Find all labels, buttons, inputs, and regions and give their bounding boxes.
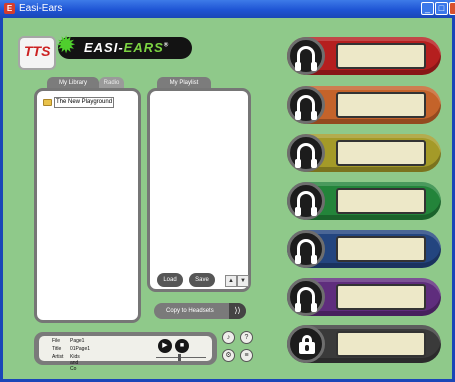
- headphones-icon-button[interactable]: [287, 182, 325, 220]
- double-chevron-icon: ⟩⟩: [229, 303, 246, 319]
- headphones-icon-button[interactable]: [287, 134, 325, 172]
- move-up-button[interactable]: ▲: [225, 275, 237, 287]
- file-key: File: [52, 338, 61, 344]
- minimize-button[interactable]: _: [421, 2, 434, 15]
- close-button[interactable]: [449, 2, 455, 15]
- headphones-icon: [295, 191, 317, 216]
- window-title: Easi-Ears: [19, 3, 63, 14]
- list-button[interactable]: ≡: [240, 349, 253, 362]
- load-button[interactable]: Load: [157, 273, 183, 287]
- headset-label-box[interactable]: [336, 43, 426, 69]
- playlist-panel: [147, 88, 251, 292]
- save-button[interactable]: Save: [189, 273, 215, 287]
- library-item-label: The New Playground: [54, 97, 115, 108]
- help-button[interactable]: ?: [240, 331, 253, 344]
- headphones-icon-button[interactable]: [287, 37, 325, 75]
- easi-ears-logo: ✹ EASI-EARS®: [56, 32, 192, 59]
- headphones-icon-button[interactable]: [287, 230, 325, 268]
- headset-label-box[interactable]: [336, 331, 426, 357]
- headset-slot[interactable]: [287, 230, 441, 268]
- headphones-icon-button[interactable]: [287, 278, 325, 316]
- artist-key: Artist: [52, 354, 64, 360]
- copy-to-headsets-button[interactable]: Copy to Headsets ⟩⟩: [154, 303, 246, 319]
- folder-icon: [43, 99, 52, 106]
- brand-prefix: EASI-: [84, 40, 124, 55]
- maximize-button[interactable]: □: [435, 2, 448, 15]
- seek-thumb[interactable]: [178, 354, 181, 361]
- headset-label-box[interactable]: [336, 188, 426, 214]
- headset-label-box[interactable]: [336, 284, 426, 310]
- move-down-button[interactable]: ▼: [237, 275, 249, 287]
- now-playing-panel: File Page1 Title 01Page1 Artist Kids and…: [34, 332, 217, 372]
- headset-slot[interactable]: [287, 182, 441, 220]
- library-panel: The New Playground: [34, 88, 141, 323]
- headphones-icon: [295, 46, 317, 71]
- now-playing-info: File Page1 Title 01Page1 Artist Kids and…: [39, 336, 212, 372]
- copy-label: Copy to Headsets: [166, 308, 214, 314]
- headset-slot[interactable]: [287, 37, 441, 75]
- headphones-icon: [295, 239, 317, 264]
- play-button[interactable]: ▶: [158, 339, 172, 353]
- library-tree-item[interactable]: The New Playground: [43, 97, 115, 108]
- music-note-button[interactable]: ♪: [222, 331, 235, 344]
- lock-icon: [299, 335, 315, 354]
- settings-button[interactable]: ⚙: [222, 349, 235, 362]
- headset-label-box[interactable]: [336, 236, 426, 262]
- tts-logo: TTS: [18, 36, 56, 70]
- brand-suffix: EARS: [123, 40, 164, 55]
- title-bar: E Easi-Ears _ □: [0, 0, 455, 18]
- star-burst-icon: ✹: [56, 32, 77, 59]
- brand-text: EASI-EARS®: [84, 40, 170, 55]
- headphones-icon: [295, 95, 317, 120]
- app-icon: E: [4, 3, 15, 14]
- lock-icon-button[interactable]: [287, 325, 325, 363]
- headphones-icon: [295, 287, 317, 312]
- headset-slot[interactable]: [287, 278, 441, 316]
- headset-label-box[interactable]: [336, 140, 426, 166]
- file-value: Page1: [70, 338, 85, 344]
- headset-slot[interactable]: [287, 86, 441, 124]
- seek-track[interactable]: [156, 357, 206, 358]
- title-key: Title: [52, 346, 62, 352]
- headset-slot[interactable]: [287, 134, 441, 172]
- title-value: 01Page1: [70, 346, 91, 352]
- stop-button[interactable]: ■: [175, 339, 189, 353]
- headset-label-box[interactable]: [336, 92, 426, 118]
- tts-logo-text: TTS: [24, 43, 51, 59]
- headphones-icon-button[interactable]: [287, 86, 325, 124]
- headphones-icon: [295, 143, 317, 168]
- headset-slot[interactable]: [287, 325, 441, 363]
- artist-value: Kids and Co: [70, 354, 80, 372]
